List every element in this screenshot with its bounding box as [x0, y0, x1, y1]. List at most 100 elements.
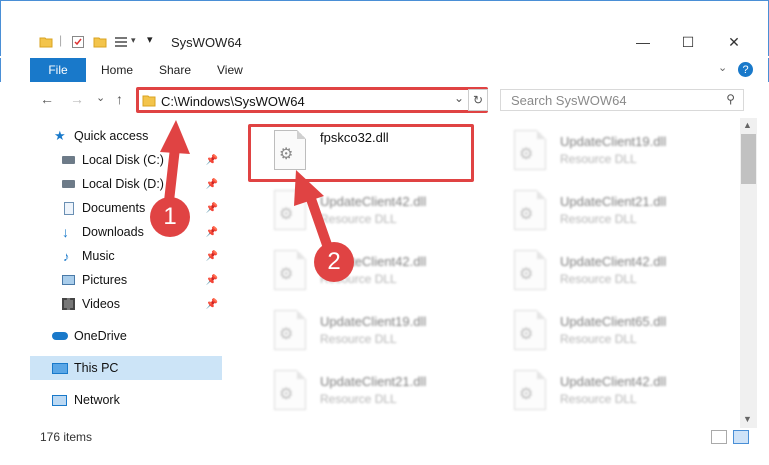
gear-icon: ⚙ [279, 386, 294, 403]
pin-icon[interactable]: 📌 [206, 275, 218, 286]
pin-icon[interactable]: 📌 [206, 227, 218, 238]
address-bar[interactable]: C:\Windows\SysWOW64 ⌄ [136, 87, 488, 113]
toolbar-separator: | [59, 33, 63, 47]
scroll-down-icon[interactable]: ▼ [743, 414, 752, 424]
sidebar-item-music[interactable]: ♪ Music 📌 [30, 244, 222, 268]
file-name: UpdateClient19.dll [320, 314, 427, 329]
file-type: Resource DLL [320, 332, 397, 346]
sidebar-item-downloads[interactable]: ↓ Downloads 📌 [30, 220, 222, 244]
pin-icon[interactable]: 📌 [206, 155, 218, 166]
drive-icon [62, 180, 75, 188]
vertical-scrollbar[interactable]: ▲ ▼ [740, 118, 757, 428]
gear-icon: ⚙ [519, 146, 534, 163]
sidebar-item-label: Videos [82, 297, 120, 311]
file-name: UpdateClient42.dll [320, 194, 427, 209]
computer-icon [52, 362, 68, 374]
address-dropdown-icon[interactable]: ⌄ [454, 91, 464, 105]
maximize-button[interactable]: ☐ [665, 27, 711, 57]
refresh-button[interactable]: ↻ [468, 89, 488, 111]
ribbon: File Home Share View ⌄ ? [0, 58, 769, 82]
sidebar-item-label: Local Disk (C:) [82, 153, 164, 167]
file-tab[interactable]: File [30, 58, 86, 82]
file-item[interactable]: ⚙ UpdateClient65.dll Resource DLL [490, 304, 716, 358]
sidebar-item-label: Pictures [82, 273, 128, 287]
dll-file-icon: ⚙ [274, 370, 306, 410]
file-type: Resource DLL [560, 272, 637, 286]
dll-file-icon: ⚙ [274, 250, 306, 290]
sidebar-item-label: Downloads [82, 225, 144, 239]
large-icons-view-button[interactable] [733, 430, 749, 444]
sidebar-item-this-pc[interactable]: This PC [30, 356, 222, 380]
scroll-thumb[interactable] [741, 134, 756, 184]
file-item[interactable]: ⚙ UpdateClient19.dll Resource DLL [490, 124, 716, 178]
file-type: Resource DLL [320, 392, 397, 406]
folder-icon [142, 95, 156, 107]
tab-share[interactable]: Share [159, 63, 191, 77]
pin-icon[interactable]: 📌 [206, 203, 218, 214]
forward-button[interactable]: → [70, 91, 84, 107]
sidebar-item-network[interactable]: Network [30, 388, 222, 412]
tab-view[interactable]: View [217, 63, 243, 77]
sidebar-item-local-disk-c[interactable]: Local Disk (C:) 📌 [30, 148, 222, 172]
toolbar-menu-icon[interactable]: ▾ [147, 33, 153, 46]
gear-icon: ⚙ [519, 326, 534, 343]
sidebar-item-label: This PC [74, 361, 119, 375]
dll-file-icon: ⚙ [514, 130, 546, 170]
search-input[interactable]: Search SysWOW64 ⚲ [500, 89, 744, 111]
minimize-button[interactable]: — [620, 27, 666, 57]
sidebar-item-label: Quick access [74, 129, 149, 143]
sidebar-item-local-disk-d[interactable]: Local Disk (D:) 📌 [30, 172, 222, 196]
sidebar-item-label: Music [82, 249, 115, 263]
file-item[interactable]: ⚙ UpdateClient42.dll Resource DLL [490, 244, 716, 298]
file-item[interactable]: ⚙ UpdateClient42.dll Resource DLL [250, 244, 476, 298]
sidebar-item-videos[interactable]: Videos 📌 [30, 292, 222, 316]
sidebar-item-pictures[interactable]: Pictures 📌 [30, 268, 222, 292]
recent-locations-button[interactable]: ⌄ [96, 91, 105, 104]
sidebar-item-quick-access[interactable]: ★ Quick access [30, 124, 222, 148]
pin-icon[interactable]: 📌 [206, 251, 218, 262]
gear-icon: ⚙ [519, 266, 534, 283]
title-bar: | ▾ ▾ SysWOW64 — ☐ ✕ [0, 0, 769, 56]
window-title: SysWOW64 [171, 35, 242, 50]
file-type: Resource DLL [320, 212, 397, 226]
customize-icon[interactable] [114, 35, 128, 49]
close-button[interactable]: ✕ [711, 27, 757, 57]
pin-icon[interactable]: 📌 [206, 179, 218, 190]
search-placeholder: Search SysWOW64 [511, 93, 627, 108]
new-folder-icon[interactable] [93, 35, 107, 49]
scroll-up-icon[interactable]: ▲ [743, 120, 752, 130]
file-item[interactable]: ⚙ UpdateClient42.dll Resource DLL [250, 184, 476, 238]
file-item[interactable]: ⚙ UpdateClient42.dll Resource DLL [490, 364, 716, 418]
navigation-pane: ★ Quick access Local Disk (C:) 📌 Local D… [30, 118, 222, 418]
address-row: ← → ⌄ ↑ C:\Windows\SysWOW64 ⌄ ↻ Search S… [0, 84, 769, 116]
file-type: Resource DLL [560, 152, 637, 166]
drive-icon [62, 156, 75, 164]
cloud-icon [52, 332, 68, 340]
quick-access-dropdown-icon[interactable]: ▾ [131, 35, 136, 46]
sidebar-item-onedrive[interactable]: OneDrive [30, 324, 222, 348]
sidebar-item-documents[interactable]: Documents 📌 [30, 196, 222, 220]
search-icon: ⚲ [726, 92, 735, 106]
back-button[interactable]: ← [40, 91, 54, 107]
help-icon[interactable]: ? [738, 62, 753, 77]
pin-icon[interactable]: 📌 [206, 299, 218, 310]
details-view-button[interactable] [711, 430, 727, 444]
view-switcher [711, 430, 749, 444]
documents-icon [64, 201, 74, 215]
file-item[interactable]: ⚙ UpdateClient21.dll Resource DLL [490, 184, 716, 238]
videos-icon [62, 298, 75, 310]
tab-home[interactable]: Home [101, 63, 133, 77]
dll-file-icon: ⚙ [514, 370, 546, 410]
dll-file-icon: ⚙ [514, 310, 546, 350]
file-name: UpdateClient21.dll [320, 374, 427, 389]
folder-icon[interactable] [39, 35, 53, 49]
file-name: UpdateClient19.dll [560, 134, 667, 149]
file-item[interactable]: ⚙ UpdateClient19.dll Resource DLL [250, 304, 476, 358]
expand-ribbon-icon[interactable]: ⌄ [718, 61, 727, 74]
up-button[interactable]: ↑ [116, 91, 123, 107]
file-name: UpdateClient42.dll [560, 254, 667, 269]
file-type: Resource DLL [560, 212, 637, 226]
file-item[interactable]: ⚙ UpdateClient21.dll Resource DLL [250, 364, 476, 418]
properties-icon[interactable] [71, 35, 85, 49]
dll-file-icon: ⚙ [514, 250, 546, 290]
